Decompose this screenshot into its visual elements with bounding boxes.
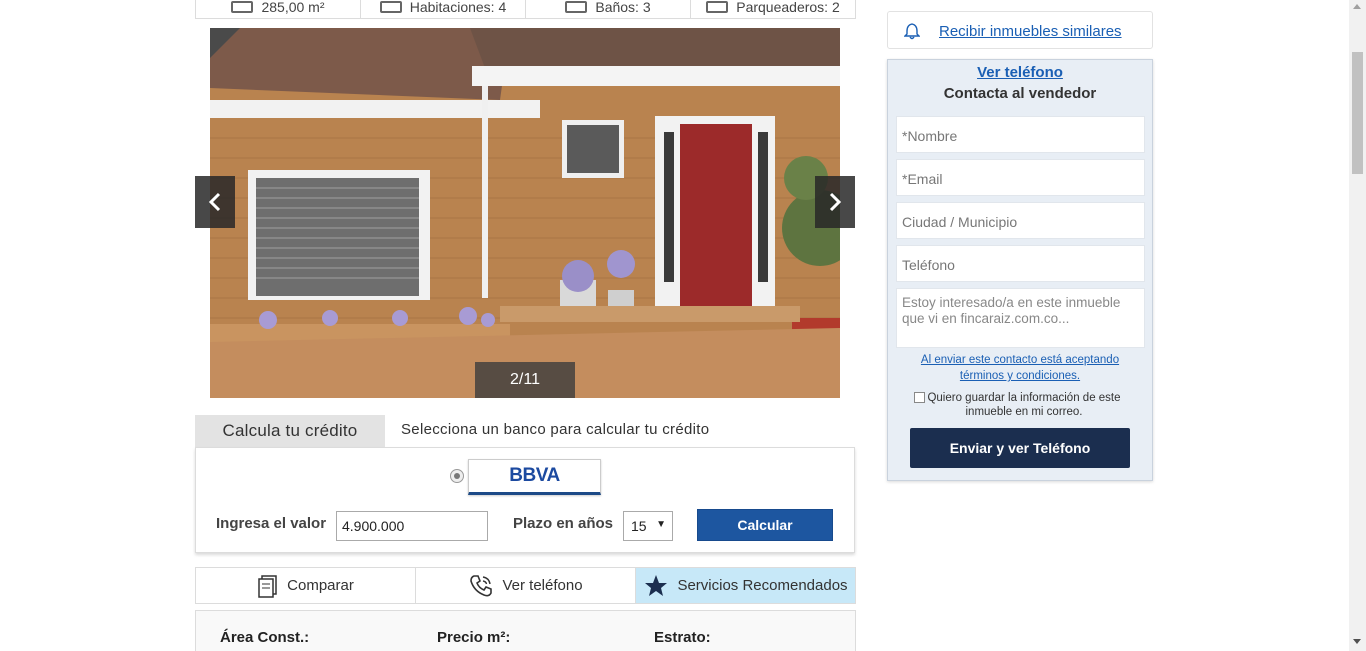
value-label: Ingresa el valor	[216, 515, 327, 532]
similar-properties-link[interactable]: Recibir inmuebles similares	[939, 23, 1122, 40]
term-label: Plazo en años	[513, 515, 614, 532]
credit-value-input[interactable]: 4.900.000	[336, 511, 488, 541]
calculate-button[interactable]: Calcular	[697, 509, 833, 541]
action-tabs: Comparar Ver teléfono Servicios Recomend…	[195, 567, 856, 604]
email-field[interactable]: *Email	[896, 159, 1145, 196]
feature-area: 285,00 m²	[196, 0, 361, 18]
recommended-services-label: Servicios Recomendados	[677, 577, 848, 594]
see-phone-link[interactable]: Ver teléfono	[888, 64, 1152, 81]
scroll-up-icon[interactable]	[1353, 4, 1361, 9]
city-field[interactable]: Ciudad / Municipio	[896, 202, 1145, 239]
feature-parking: Parqueaderos: 2	[691, 0, 855, 18]
gallery-next-button[interactable]	[815, 176, 855, 228]
shower-icon	[565, 1, 588, 13]
credit-subtitle: Selecciona un banco para calcular tu cré…	[401, 421, 710, 438]
compare-button[interactable]: Comparar	[196, 568, 416, 603]
terms-line-2: términos y condiciones.	[959, 370, 1081, 382]
feature-rooms: Habitaciones: 4	[361, 0, 526, 18]
message-field[interactable]: Estoy interesado/a en este inmueble que …	[896, 288, 1145, 348]
chevron-left-icon	[208, 192, 221, 212]
house-illustration	[210, 28, 840, 398]
save-info-option: Quiero guardar la información de este in…	[914, 391, 1134, 419]
chevron-right-icon	[829, 192, 842, 212]
feature-label: 285,00 m²	[261, 0, 325, 15]
gallery-counter: 2/11	[475, 362, 575, 398]
phone-icon	[470, 574, 493, 596]
term-value: 15	[631, 518, 647, 534]
gallery-prev-button[interactable]	[195, 176, 235, 228]
compare-icon	[258, 574, 277, 598]
term-select[interactable]: 15 ▼	[623, 511, 673, 541]
feature-label: Habitaciones: 4	[409, 0, 507, 15]
feature-label: Baños: 3	[595, 0, 651, 15]
bank-radio[interactable]	[450, 469, 464, 483]
feature-baths: Baños: 3	[526, 0, 691, 18]
property-photo[interactable]	[210, 28, 840, 398]
show-phone-label: Ver teléfono	[502, 577, 583, 594]
recommended-services-tab[interactable]: Servicios Recomendados	[636, 568, 855, 603]
name-field[interactable]: *Nombre	[896, 116, 1145, 153]
caret-down-icon: ▼	[656, 519, 666, 530]
car-icon	[706, 1, 729, 13]
bed-icon	[379, 1, 402, 13]
terms-link[interactable]: Al enviar este contacto está aceptando t…	[888, 352, 1152, 384]
contact-title: Contacta al vendedor	[943, 85, 1097, 102]
terms-line-1: Al enviar este contacto está aceptando	[920, 354, 1120, 366]
price-per-m2-label: Precio m²:	[437, 629, 511, 646]
scrollbar[interactable]	[1349, 0, 1366, 651]
contact-form: Ver teléfono Contacta al vendedor *Nombr…	[887, 59, 1153, 481]
features-strip: 285,00 m² Habitaciones: 4 Baños: 3 Parqu…	[195, 0, 856, 19]
property-details: Área Const.: Precio m²: Estrato:	[195, 610, 856, 651]
submit-button[interactable]: Enviar y ver Teléfono	[910, 428, 1130, 468]
save-info-checkbox[interactable]	[914, 392, 925, 403]
area-icon	[231, 1, 254, 13]
star-icon	[645, 574, 668, 596]
credit-tab[interactable]: Calcula tu crédito	[195, 415, 385, 447]
compare-label: Comparar	[287, 577, 354, 594]
scroll-thumb[interactable]	[1352, 52, 1363, 174]
scroll-down-icon[interactable]	[1353, 639, 1361, 644]
similar-properties-box: Recibir inmuebles similares	[887, 11, 1153, 49]
area-label: Área Const.:	[220, 629, 310, 646]
credit-calculator: BBVA Ingresa el valor 4.900.000 Plazo en…	[195, 447, 855, 553]
phone-field[interactable]: Teléfono	[896, 245, 1145, 282]
feature-label: Parqueaderos: 2	[736, 0, 840, 15]
save-info-label: Quiero guardar la información de este in…	[927, 392, 1121, 418]
stratum-label: Estrato:	[654, 629, 711, 646]
show-phone-button[interactable]: Ver teléfono	[416, 568, 636, 603]
bell-icon	[904, 23, 920, 40]
bank-logo-bbva[interactable]: BBVA	[468, 459, 601, 495]
